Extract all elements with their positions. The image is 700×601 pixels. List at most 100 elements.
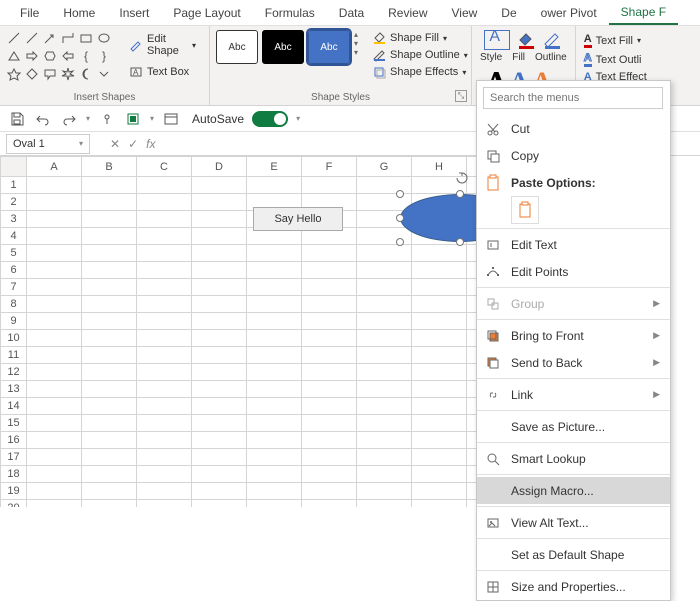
row-header-17[interactable]: 17: [1, 449, 27, 466]
cell[interactable]: [137, 432, 192, 449]
cell[interactable]: [357, 330, 412, 347]
cell[interactable]: [192, 245, 247, 262]
cell[interactable]: [412, 330, 467, 347]
row-header-16[interactable]: 16: [1, 432, 27, 449]
cell[interactable]: [302, 313, 357, 330]
row-header-18[interactable]: 18: [1, 466, 27, 483]
row-header-10[interactable]: 10: [1, 330, 27, 347]
cell[interactable]: [82, 449, 137, 466]
rotate-handle-icon[interactable]: [456, 172, 468, 184]
cell[interactable]: [357, 313, 412, 330]
shape-effects-button[interactable]: Shape Effects ▾: [368, 64, 472, 80]
cell[interactable]: [302, 415, 357, 432]
cell[interactable]: [302, 262, 357, 279]
cell[interactable]: [27, 449, 82, 466]
shape-callout-icon[interactable]: [42, 66, 58, 82]
cell[interactable]: [302, 398, 357, 415]
cell[interactable]: [412, 398, 467, 415]
ctx-send-to-back[interactable]: Send to Back▶: [477, 349, 670, 376]
ctx-edit-text[interactable]: Edit Text: [477, 231, 670, 258]
cell[interactable]: [192, 483, 247, 500]
cell[interactable]: [192, 398, 247, 415]
cell[interactable]: [137, 177, 192, 194]
row-header-19[interactable]: 19: [1, 483, 27, 500]
cell[interactable]: [27, 194, 82, 211]
tab-shape-f[interactable]: Shape F: [609, 1, 678, 25]
cell[interactable]: [82, 432, 137, 449]
cell[interactable]: [137, 245, 192, 262]
cell[interactable]: [82, 483, 137, 500]
cell[interactable]: [247, 330, 302, 347]
cell[interactable]: [82, 500, 137, 508]
cell[interactable]: [357, 432, 412, 449]
cell[interactable]: [82, 279, 137, 296]
cell[interactable]: [192, 364, 247, 381]
shape-burst-icon[interactable]: [60, 66, 76, 82]
row-header-8[interactable]: 8: [1, 296, 27, 313]
cell[interactable]: [302, 466, 357, 483]
wa-style-icon[interactable]: A: [484, 30, 510, 50]
cell[interactable]: [137, 211, 192, 228]
resize-handle[interactable]: [396, 214, 404, 222]
shape-connector-icon[interactable]: [60, 30, 76, 46]
row-header-6[interactable]: 6: [1, 262, 27, 279]
cell[interactable]: [412, 262, 467, 279]
cell[interactable]: [137, 296, 192, 313]
cell[interactable]: [192, 466, 247, 483]
cell[interactable]: [137, 381, 192, 398]
cell[interactable]: [137, 500, 192, 508]
cell[interactable]: [82, 364, 137, 381]
row-header-4[interactable]: 4: [1, 228, 27, 245]
style-presets[interactable]: AbcAbcAbc: [216, 30, 350, 64]
cell[interactable]: [82, 296, 137, 313]
cell[interactable]: [247, 500, 302, 508]
cell[interactable]: [27, 228, 82, 245]
text-outline-button[interactable]: AText Outli: [580, 51, 651, 68]
cell[interactable]: [82, 313, 137, 330]
tab-de[interactable]: De: [489, 2, 528, 24]
cell[interactable]: [27, 279, 82, 296]
cell[interactable]: [137, 313, 192, 330]
cell[interactable]: [27, 364, 82, 381]
cell[interactable]: [247, 381, 302, 398]
cell[interactable]: [357, 262, 412, 279]
cell[interactable]: [412, 449, 467, 466]
cell[interactable]: [357, 449, 412, 466]
text-box-button[interactable]: A Text Box: [122, 62, 203, 82]
autosave-toggle[interactable]: [252, 111, 288, 127]
cell[interactable]: [192, 279, 247, 296]
cell[interactable]: [27, 500, 82, 508]
cell[interactable]: [412, 347, 467, 364]
cell[interactable]: [137, 347, 192, 364]
cell[interactable]: [247, 398, 302, 415]
cell[interactable]: [27, 330, 82, 347]
row-header-14[interactable]: 14: [1, 398, 27, 415]
cell[interactable]: [27, 347, 82, 364]
shape-line-icon[interactable]: [6, 30, 22, 46]
shape-arrow-icon[interactable]: [42, 30, 58, 46]
cell[interactable]: [82, 347, 137, 364]
shape-star-icon[interactable]: [6, 66, 22, 82]
cell[interactable]: [247, 279, 302, 296]
cell[interactable]: [192, 449, 247, 466]
cell[interactable]: [82, 245, 137, 262]
cell[interactable]: [302, 177, 357, 194]
cell[interactable]: [302, 364, 357, 381]
shape-curlyr-icon[interactable]: }: [96, 48, 112, 64]
cell[interactable]: [137, 466, 192, 483]
cell[interactable]: [192, 296, 247, 313]
cell[interactable]: [412, 313, 467, 330]
ctx-copy[interactable]: Copy: [477, 142, 670, 169]
row-header-12[interactable]: 12: [1, 364, 27, 381]
cell[interactable]: [137, 364, 192, 381]
cell[interactable]: [302, 296, 357, 313]
cell[interactable]: [27, 381, 82, 398]
say-hello-button[interactable]: Say Hello: [253, 207, 343, 231]
cell[interactable]: [82, 466, 137, 483]
dialog-launcher-icon[interactable]: ⤡: [455, 90, 467, 102]
resize-handle[interactable]: [396, 238, 404, 246]
cell[interactable]: [137, 398, 192, 415]
cell[interactable]: [192, 313, 247, 330]
cell[interactable]: [137, 449, 192, 466]
cell[interactable]: [357, 466, 412, 483]
